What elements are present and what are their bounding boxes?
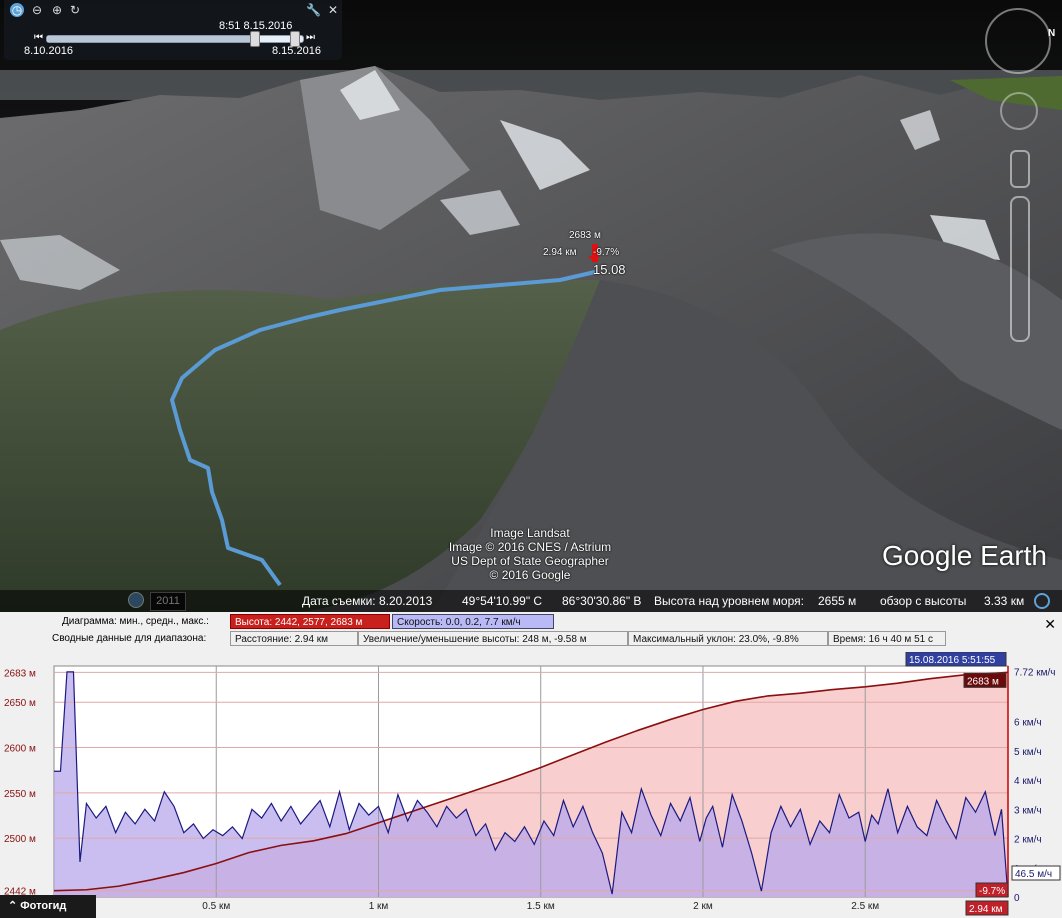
y-left-tick-label: 2650 м <box>4 698 36 709</box>
cursor-grade-label: -9.7% <box>979 886 1005 897</box>
marker-time: 15.08 <box>593 262 626 277</box>
time-slider-start-knob[interactable] <box>250 31 260 47</box>
streaming-progress-icon <box>1034 593 1050 609</box>
elevation-label: Высота над уровнем моря: <box>654 594 804 608</box>
close-profile-button[interactable]: ✕ <box>1044 616 1056 633</box>
y-right-tick-label: 3 км/ч <box>1014 805 1042 816</box>
range-summary-row: Сводные данные для диапазона: Расстояние… <box>0 631 1062 648</box>
latitude: 49°54'10.99" С <box>462 594 543 608</box>
clock-icon[interactable]: ◷ <box>10 3 24 17</box>
longitude: 86°30'30.86" В <box>562 594 642 608</box>
zoom-out-time-icon[interactable]: ⊖ <box>30 3 44 17</box>
time-slider-panel: ◷ ⊖ ⊕ ↻ 🔧 ✕ 8:51 8.15.2016 ⏮ ⏭ 8.10.2016… <box>4 0 342 60</box>
x-tick-label: 2.5 км <box>851 901 879 912</box>
y-right-tick-label: 4 км/ч <box>1014 776 1042 787</box>
street-view-pegman-icon[interactable] <box>1010 150 1030 188</box>
y-right-tick-label: 0 <box>1014 893 1020 904</box>
attribution-line: © 2016 Google <box>489 568 571 582</box>
settings-wrench-icon[interactable]: 🔧 <box>306 3 321 17</box>
y-right-tick-label: 7.72 км/ч <box>1014 667 1055 678</box>
cursor-elevation-label: 2683 м <box>967 676 999 687</box>
range-max-slope: Максимальный уклон: 23.0%, -9.8% <box>628 631 828 646</box>
height-series-toggle[interactable]: Высота: 2442, 2577, 2683 м <box>230 614 390 629</box>
y-left-tick-label: 2683 м <box>4 668 36 679</box>
zoom-in-time-icon[interactable]: ⊕ <box>50 3 64 17</box>
close-icon[interactable]: ✕ <box>326 3 340 17</box>
status-bar: Дата съемки: 8.20.2013 49°54'10.99" С 86… <box>0 590 1062 612</box>
profile-plot[interactable]: 0.5 км 1 км 1.5 км 2 км 2.5 км 2683 м 2650 м 26… <box>0 652 1062 918</box>
zoom-slider[interactable] <box>1010 196 1030 342</box>
imagery-attribution: Image Landsat Image © 2016 CNES / Astriu… <box>430 526 630 582</box>
step-forward-icon[interactable]: ⏭ <box>306 32 315 43</box>
step-back-icon[interactable]: ⏮ <box>34 32 43 43</box>
chart-caption: Диаграмма: мин., средн., макс.: <box>62 616 209 627</box>
reset-time-icon[interactable]: ↻ <box>68 3 82 17</box>
y-left-tick-label: 2550 м <box>4 789 36 800</box>
range-gain-loss: Увеличение/уменьшение высоты: 248 м, -9.… <box>358 631 628 646</box>
compass-north-label: N <box>1048 28 1056 39</box>
photoguide-label: ⌃ Фотогид <box>8 900 67 912</box>
x-tick-label: 1 км <box>369 901 389 912</box>
end-date-label: 8.15.2016 <box>272 45 321 57</box>
start-date-label: 8.10.2016 <box>24 45 73 57</box>
y-left-tick-label: 2500 м <box>4 834 36 845</box>
imagery-date: Дата съемки: 8.20.2013 <box>302 594 433 608</box>
attribution-line: Image Landsat <box>490 526 570 540</box>
elevation-value: 2655 м <box>818 594 857 608</box>
compass-ring[interactable] <box>985 8 1051 74</box>
cursor-distance-label: 2.94 км <box>969 904 1003 915</box>
attribution-line: US Dept of State Geographer <box>451 554 609 568</box>
y-right-tick-label: 2 км/ч <box>1014 835 1042 846</box>
marker-grade: -9.7% <box>593 247 620 258</box>
range-caption: Сводные данные для диапазона: <box>52 633 207 644</box>
range-distance: Расстояние: 2.94 км <box>230 631 358 646</box>
google-earth-logo: Google Earth <box>882 540 1047 571</box>
speed-series-toggle[interactable]: Скорость: 0.0, 0.2, 7.7 км/ч <box>392 614 554 629</box>
cursor-time-label: 15.08.2016 5:51:55 <box>909 655 996 666</box>
profile-chart-svg[interactable]: 0.5 км 1 км 1.5 км 2 км 2.5 км 2683 м 2650 м 26… <box>0 652 1062 918</box>
elevation-profile-panel: Диаграмма: мин., средн., макс.: Высота: … <box>0 612 1062 918</box>
x-tick-label: 1.5 км <box>527 901 555 912</box>
profile-summary-row: Диаграмма: мин., средн., макс.: Высота: … <box>0 614 1062 631</box>
eye-altitude-label: обзор с высоты <box>880 594 967 608</box>
cursor-speed-label: 46.5 м/ч <box>1015 869 1052 880</box>
x-tick-label: 0.5 км <box>202 901 230 912</box>
marker-distance: 2.94 км <box>543 247 577 258</box>
look-joystick[interactable] <box>1000 92 1038 130</box>
y-left-tick-label: 2600 м <box>4 744 36 755</box>
earth-3d-viewport[interactable]: 2683 м 2.94 км -9.7% 15.08 Image Landsat… <box>0 0 1062 612</box>
x-tick-label: 2 км <box>693 901 713 912</box>
terrain-view <box>0 0 1062 612</box>
attribution-line: Image © 2016 CNES / Astrium <box>448 540 612 554</box>
photoguide-button[interactable]: ⌃ Фотогид <box>0 895 96 918</box>
eye-altitude-value: 3.33 км <box>984 594 1025 608</box>
y-right-tick-label: 5 км/ч <box>1014 747 1042 758</box>
y-right-tick-label: 6 км/ч <box>1014 718 1042 729</box>
time-slider-track[interactable] <box>46 35 304 43</box>
range-time: Время: 16 ч 40 м 51 с <box>828 631 946 646</box>
marker-elevation: 2683 м <box>569 230 601 241</box>
